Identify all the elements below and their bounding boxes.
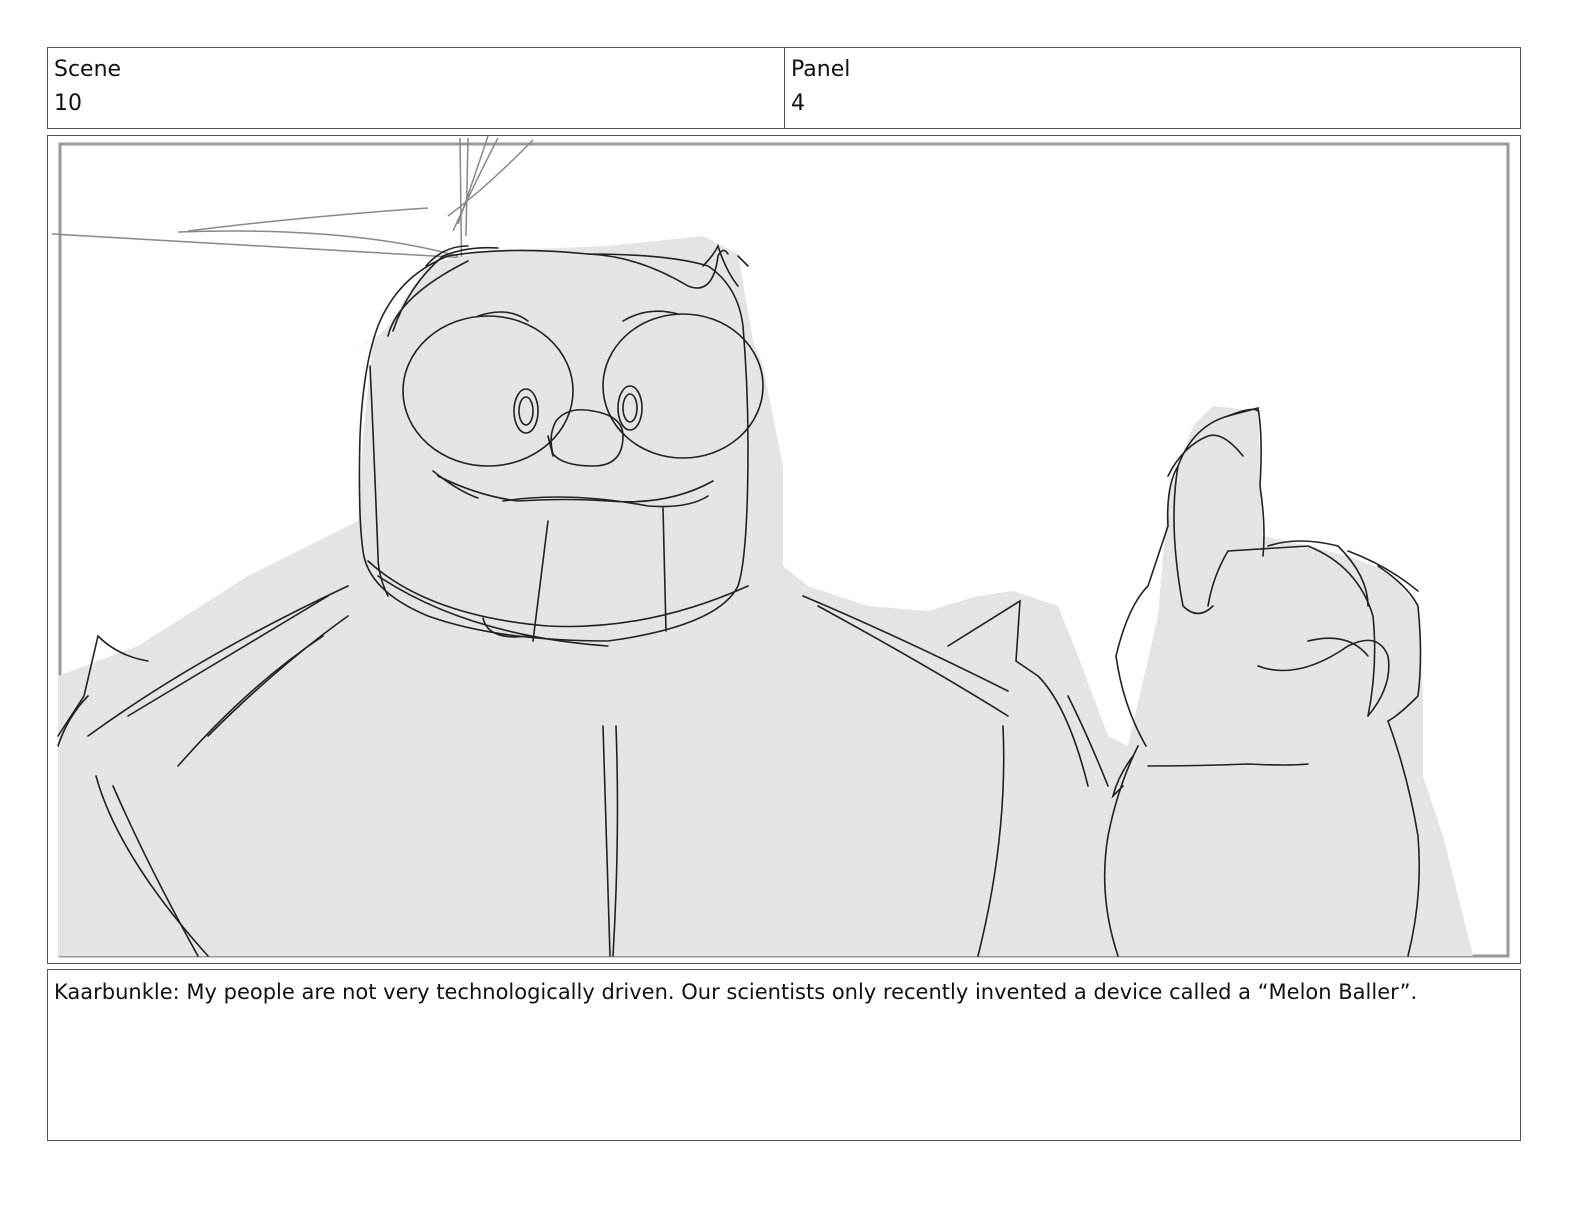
panel-number: 4: [791, 91, 805, 116]
dialogue-caption-box: Kaarbunkle: My people are not very techn…: [47, 969, 1521, 1141]
dialogue-text: Kaarbunkle: My people are not very techn…: [54, 980, 1418, 1004]
sketch-drawing: [51, 136, 1510, 958]
panel-header: Scene 10 Panel 4: [47, 47, 1521, 129]
character-silhouette: [58, 236, 1473, 956]
storyboard-frame: [47, 135, 1521, 964]
scene-label: Scene: [54, 57, 122, 82]
scene-cell: Scene 10: [48, 48, 785, 128]
panel-label: Panel: [791, 57, 851, 82]
scene-number: 10: [54, 91, 82, 116]
panel-cell: Panel 4: [785, 48, 1520, 128]
